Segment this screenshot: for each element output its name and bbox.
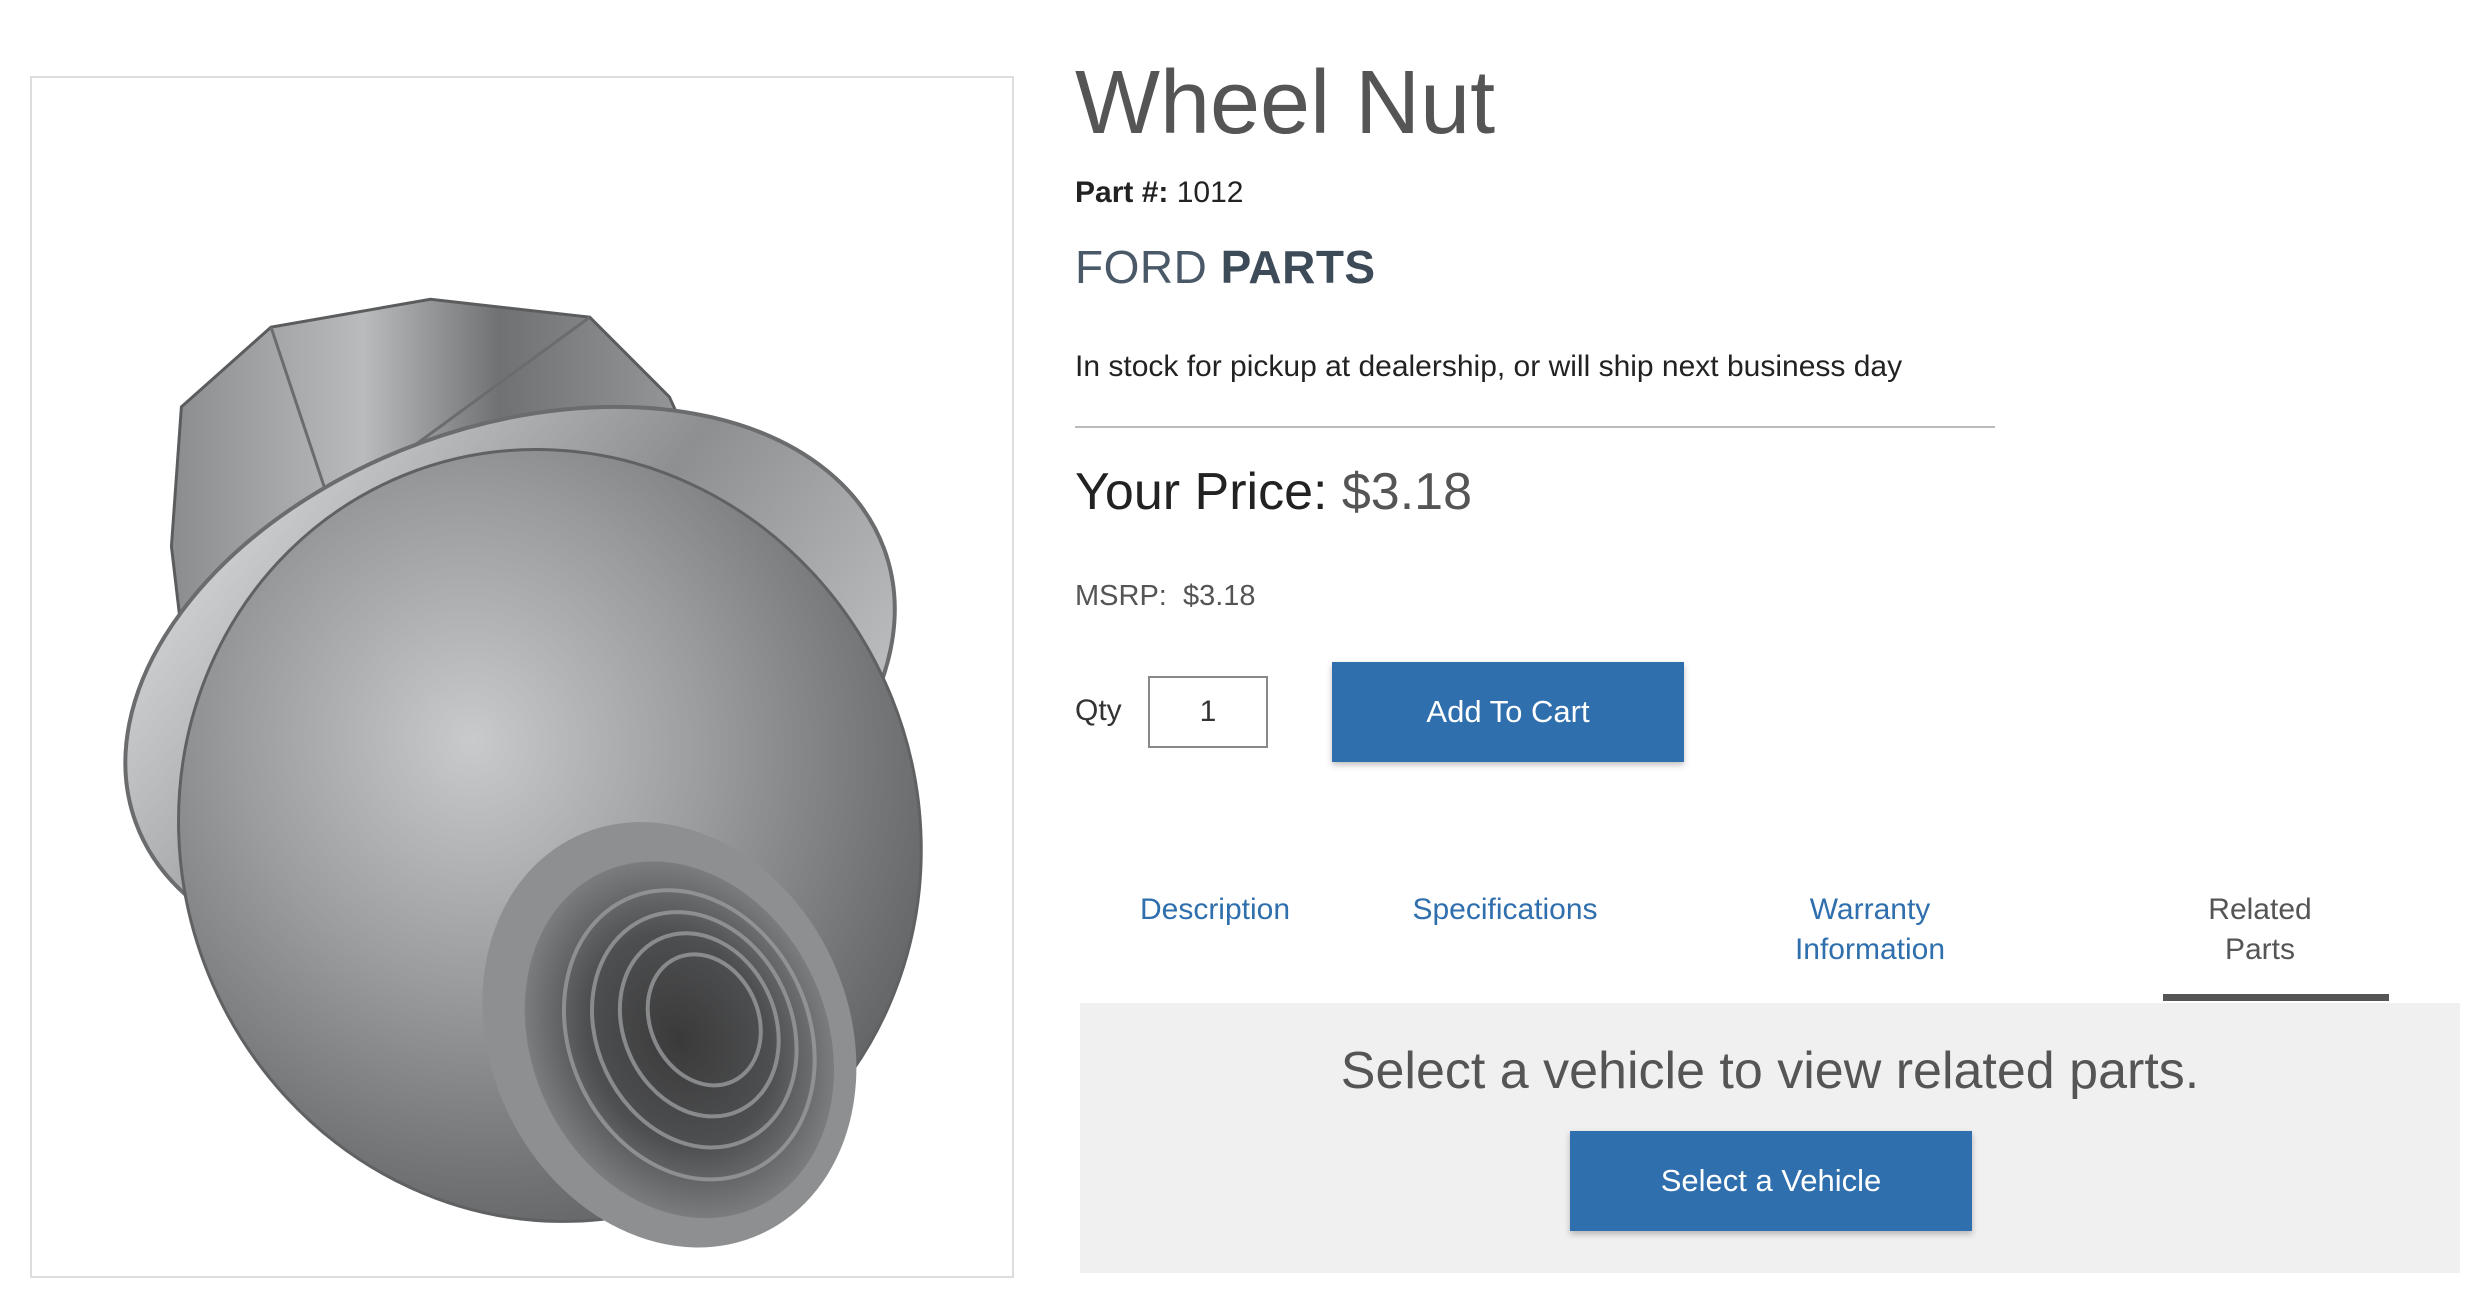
tab-warranty-label-line2: Information — [1794, 933, 1946, 966]
tab-description-label: Description — [1139, 893, 1291, 926]
brand-name-light: FORD — [1075, 241, 1208, 293]
product-image-frame[interactable] — [30, 76, 1014, 1278]
tab-related-label-line2: Parts — [2224, 933, 2296, 966]
active-tab-indicator — [2163, 994, 2389, 1001]
part-number-value: 1012 — [1176, 176, 1244, 209]
brand-logo: FORD PARTS — [1075, 240, 1376, 294]
qty-input[interactable] — [1148, 676, 1268, 748]
qty-label: Qty — [1075, 694, 1122, 727]
related-parts-message: Select a vehicle to view related parts. — [1340, 1042, 2200, 1100]
stock-status: In stock for pickup at dealership, or wi… — [1075, 350, 1903, 383]
tab-specifications[interactable]: Specifications — [1405, 890, 1605, 930]
divider — [1075, 426, 1995, 428]
add-to-cart-button[interactable]: Add To Cart — [1332, 662, 1684, 762]
tab-related-label-line1: Related — [2208, 893, 2312, 926]
select-vehicle-button[interactable]: Select a Vehicle — [1570, 1131, 1972, 1231]
tab-warranty-information[interactable]: Warranty Information — [1770, 890, 1970, 970]
tab-related-parts[interactable]: Related Parts — [2160, 890, 2360, 970]
part-number: Part #: 1012 — [1075, 176, 1243, 210]
your-price-label: Your Price: — [1075, 463, 1328, 521]
msrp-label: MSRP: — [1075, 580, 1167, 612]
msrp: MSRP: $3.18 — [1075, 580, 1256, 613]
tab-specifications-label: Specifications — [1412, 893, 1598, 926]
related-parts-panel: Select a vehicle to view related parts. … — [1080, 1003, 2460, 1273]
your-price-value: $3.18 — [1341, 463, 1473, 521]
tab-description[interactable]: Description — [1115, 890, 1315, 930]
brand-name-bold: PARTS — [1220, 241, 1376, 293]
tab-warranty-label-line1: Warranty — [1809, 893, 1931, 926]
product-title: Wheel Nut — [1075, 53, 1496, 153]
your-price: Your Price: $3.18 — [1075, 462, 1472, 522]
product-tabs: Description Specifications Warranty Info… — [1075, 890, 2465, 1002]
part-number-label: Part #: — [1075, 176, 1169, 209]
wheel-nut-image — [123, 297, 923, 1248]
msrp-value: $3.18 — [1182, 580, 1256, 612]
